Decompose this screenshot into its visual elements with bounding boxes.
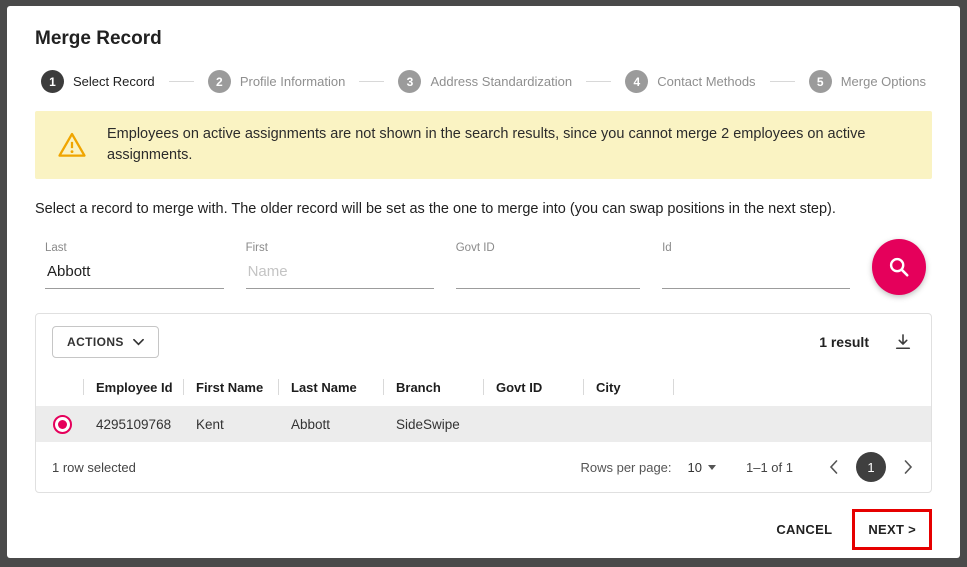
actions-button-label: ACTIONS <box>67 335 124 350</box>
instruction-text: Select a record to merge with. The older… <box>35 201 836 218</box>
first-name-field-group: First <box>245 242 434 290</box>
previous-page-button[interactable] <box>825 456 842 478</box>
step-number-badge: 1 <box>41 70 64 93</box>
chevron-right-icon <box>904 460 913 474</box>
download-icon <box>893 332 913 352</box>
next-page-button[interactable] <box>900 456 917 478</box>
column-header-employee-id[interactable]: Employee Id <box>84 368 184 406</box>
last-name-input[interactable] <box>45 261 224 290</box>
first-name-label: First <box>245 242 268 255</box>
stepper-step-address-standardization[interactable]: 3 Address Standardization <box>398 70 572 93</box>
chevron-down-icon <box>132 338 144 346</box>
merge-record-dialog: Merge Record 1 Select Record 2 Profile I… <box>7 6 960 558</box>
search-button[interactable] <box>872 239 926 296</box>
cell-branch: SideSwipe <box>396 416 460 432</box>
step-number-badge: 2 <box>207 70 231 93</box>
stepper-step-contact-methods[interactable]: 4 Contact Methods <box>625 70 756 93</box>
column-header-branch[interactable]: Branch <box>384 368 484 406</box>
table-footer: 1 row selected Rows per page: 10 1–1 of … <box>36 442 931 492</box>
search-icon <box>886 254 912 280</box>
step-number-badge: 5 <box>808 70 832 93</box>
step-label: Select Record <box>73 74 155 89</box>
cancel-button[interactable]: CANCEL <box>766 514 842 545</box>
download-button[interactable] <box>891 330 915 354</box>
step-label: Address Standardization <box>430 74 573 89</box>
last-name-label: Last <box>45 242 67 255</box>
govt-id-field-group: Govt ID <box>455 242 641 290</box>
step-number-badge: 3 <box>398 70 422 93</box>
rows-per-page-value: 10 <box>687 459 702 475</box>
stepper: 1 Select Record 2 Profile Information 3 … <box>35 70 932 93</box>
dialog-actions: CANCEL NEXT > <box>35 493 932 551</box>
result-count: 1 result <box>819 334 869 351</box>
stepper-connector <box>586 81 612 82</box>
search-form: Last First Govt ID Id <box>35 239 932 296</box>
stepper-step-merge-options[interactable]: 5 Merge Options <box>808 70 926 93</box>
warning-banner: Employees on active assignments are not … <box>35 111 932 180</box>
page-1-button[interactable]: 1 <box>856 452 886 483</box>
column-header-select <box>36 368 84 406</box>
warning-text: Employees on active assignments are not … <box>107 126 866 164</box>
actions-dropdown-button[interactable]: ACTIONS <box>52 326 159 359</box>
stepper-step-select-record[interactable]: 1 Select Record <box>41 70 155 93</box>
cell-last-name: Abbott <box>291 416 331 432</box>
column-header-last-name[interactable]: Last Name <box>279 368 384 406</box>
radio-dot <box>57 419 67 429</box>
rows-selected-text: 1 row selected <box>52 459 136 475</box>
column-header-city[interactable]: City <box>584 368 674 406</box>
row-radio-cell <box>36 414 84 434</box>
stepper-connector <box>769 81 795 82</box>
caret-down-icon <box>708 464 716 470</box>
step-label: Merge Options <box>840 74 926 89</box>
pagination-controls: Rows per page: 10 1–1 of 1 1 <box>580 452 917 483</box>
column-header-first-name[interactable]: First Name <box>184 368 279 406</box>
id-field-group: Id <box>662 242 851 290</box>
pagination-range: 1–1 of 1 <box>746 459 793 475</box>
page-title: Merge Record <box>35 28 162 49</box>
table-header-row: Employee Id First Name Last Name Branch … <box>36 368 931 406</box>
next-button[interactable]: NEXT > <box>858 514 926 545</box>
first-name-input[interactable] <box>245 261 434 290</box>
chevron-left-icon <box>829 460 838 474</box>
annotation-highlight: NEXT > <box>852 509 932 551</box>
govt-id-label: Govt ID <box>455 242 495 255</box>
table-toolbar: ACTIONS 1 result <box>36 314 931 368</box>
table-row[interactable]: 4295109768 Kent Abbott SideSwipe <box>36 406 931 443</box>
step-number-badge: 4 <box>625 70 649 93</box>
rows-per-page-label: Rows per page: <box>580 459 672 475</box>
last-name-field-group: Last <box>45 242 224 290</box>
stepper-step-profile-information[interactable]: 2 Profile Information <box>207 70 346 93</box>
row-radio-selected[interactable] <box>52 414 72 434</box>
step-label: Profile Information <box>239 74 346 89</box>
step-label: Contact Methods <box>657 74 756 89</box>
warning-icon <box>57 131 87 159</box>
cell-first-name: Kent <box>196 416 224 432</box>
stepper-connector <box>168 81 194 82</box>
stepper-connector <box>359 81 385 82</box>
cell-employee-id: 4295109768 <box>96 416 172 432</box>
id-label: Id <box>662 242 672 255</box>
toolbar-right: 1 result <box>819 330 915 354</box>
id-input[interactable] <box>662 261 851 290</box>
rows-per-page-select[interactable]: 10 <box>688 460 716 475</box>
column-header-govt-id[interactable]: Govt ID <box>484 368 584 406</box>
results-table: ACTIONS 1 result Employee Id First Name … <box>35 313 932 494</box>
govt-id-input[interactable] <box>455 261 641 290</box>
